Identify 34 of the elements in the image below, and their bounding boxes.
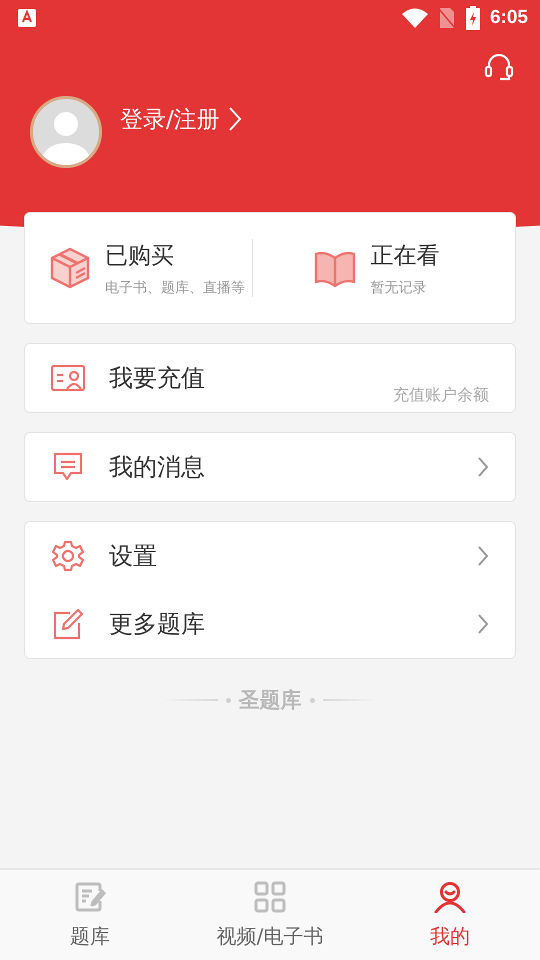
headset-icon[interactable] xyxy=(484,52,514,82)
summary-title[interactable]: 正在看 xyxy=(370,240,440,270)
app-notification-icon xyxy=(18,9,36,27)
status-time: 6:05 xyxy=(490,7,528,29)
menu-item[interactable]: 我要充值 充值账户余额 xyxy=(25,344,515,412)
login-link[interactable]: 登录/注册 xyxy=(120,104,220,134)
menu-label: 设置 xyxy=(109,541,157,572)
menu-item[interactable]: 更多题库 xyxy=(25,590,515,658)
no-sim-icon xyxy=(438,7,456,29)
menu-item[interactable]: 设置 xyxy=(25,522,515,590)
tab[interactable]: 题库 xyxy=(0,870,180,960)
chevron-right-icon[interactable] xyxy=(228,106,242,132)
summary-title[interactable]: 已购买 xyxy=(105,240,245,270)
menu-label: 我的消息 xyxy=(109,452,205,483)
message-icon xyxy=(51,452,85,482)
settings-icon xyxy=(51,540,85,572)
package-box-icon[interactable] xyxy=(49,246,91,290)
id-card-icon xyxy=(51,365,85,391)
menu-label: 更多题库 xyxy=(109,609,205,640)
summary-subtitle: 电子书、题库、直播等 xyxy=(105,278,245,296)
battery-icon xyxy=(466,6,480,30)
user-icon xyxy=(434,880,466,912)
menu-hint: 充值账户余额 xyxy=(393,385,489,406)
edit-icon xyxy=(51,608,85,640)
menu-label: 我要充值 xyxy=(109,363,205,394)
tab[interactable]: 视频/电子书 xyxy=(180,870,360,960)
notepad-icon xyxy=(74,880,106,912)
summary-subtitle: 暂无记录 xyxy=(370,278,428,296)
wifi-icon xyxy=(402,8,428,28)
menu-item[interactable]: 我的消息 xyxy=(25,433,515,501)
grid-icon xyxy=(254,880,286,912)
tab[interactable]: 我的 xyxy=(360,870,540,960)
brand-logo-text: 圣题库 xyxy=(238,687,302,714)
avatar-icon[interactable] xyxy=(30,96,102,168)
